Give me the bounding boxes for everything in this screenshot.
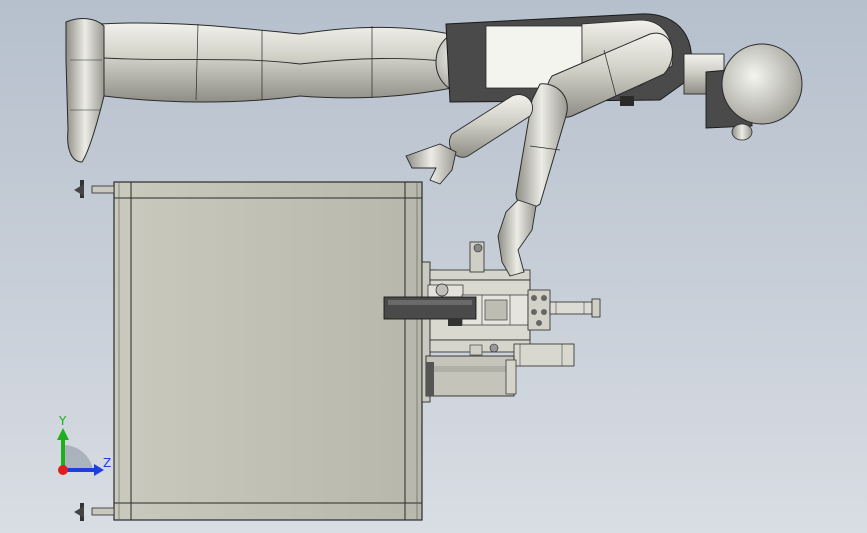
leveling-foot-top xyxy=(74,180,115,198)
axis-y-label: Y xyxy=(59,414,67,428)
axis-z-label: Z xyxy=(103,456,112,470)
cad-model-scene[interactable] xyxy=(0,0,867,533)
coordinate-triad xyxy=(57,428,104,476)
leveling-foot-bottom xyxy=(74,503,115,521)
machine-frame[interactable] xyxy=(113,181,423,521)
cad-viewport[interactable]: Y Z xyxy=(0,0,867,533)
